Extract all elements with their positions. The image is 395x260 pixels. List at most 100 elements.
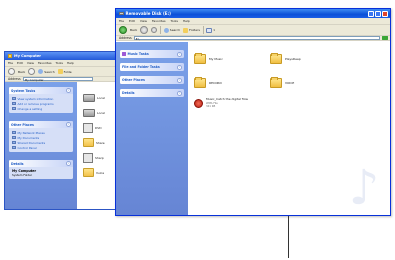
forward-button[interactable]	[140, 26, 149, 34]
wma-file-item[interactable]: Music_Catch the digital flow WMA File 34…	[194, 97, 390, 109]
other-places-header[interactable]: Other Places ˅	[120, 76, 184, 84]
drive-label: Share	[96, 140, 105, 145]
system-tasks-header[interactable]: System Tasks ˄	[9, 87, 73, 94]
folder-record[interactable]: RECORD	[194, 76, 270, 90]
removable-drive-icon	[83, 152, 93, 163]
info-icon	[12, 96, 16, 101]
folder-playsdeep[interactable]: PlaysDeep	[270, 52, 346, 66]
file-folder-tasks-header[interactable]: File and Folder Tasks ˅	[120, 63, 184, 71]
media-file-icon	[194, 98, 203, 108]
chevron-down-icon[interactable]: ˅	[177, 90, 182, 96]
drive-item[interactable]: Vulca	[83, 165, 118, 180]
menu-edit[interactable]: Edit	[129, 18, 135, 24]
folders-button[interactable]: Folde	[57, 69, 72, 74]
item-label: VOICE	[285, 81, 295, 85]
place-label: Shared Documents	[17, 140, 46, 145]
chevron-up-icon[interactable]: ˄	[66, 122, 71, 127]
folder-my-music[interactable]: My Music	[194, 52, 270, 66]
music-tasks-heading: Music Tasks	[122, 52, 149, 56]
other-places-title: Other Places	[122, 78, 145, 82]
details-title: Details	[122, 91, 135, 95]
menu-view[interactable]: View	[140, 18, 147, 24]
folder-icon	[270, 77, 282, 88]
back-label[interactable]: Back	[130, 28, 137, 32]
folder-voice[interactable]: VOICE	[270, 76, 346, 90]
chevron-up-icon[interactable]: ˄	[66, 88, 71, 93]
views-icon	[206, 27, 213, 33]
maximize-button[interactable]	[375, 10, 381, 17]
file-list: My Music PlaysDeep RECORD VOICE Music_Ca…	[188, 42, 390, 215]
folders-label: Folders	[189, 28, 200, 32]
control-panel-icon	[12, 145, 16, 150]
menu-file[interactable]: File	[8, 60, 13, 66]
folder-icon	[194, 53, 206, 64]
go-button[interactable]	[382, 36, 388, 40]
drive-label: DVD	[95, 125, 102, 130]
menu-edit[interactable]: Edit	[17, 60, 23, 66]
folders-icon	[183, 27, 189, 33]
back-label[interactable]: Back	[18, 70, 25, 74]
drive-item[interactable]: Local	[83, 105, 118, 120]
menu-favorites[interactable]: Favorites	[152, 18, 166, 24]
back-button[interactable]	[8, 68, 15, 75]
other-places-title: Other Places	[11, 122, 34, 127]
menu-help[interactable]: Help	[183, 18, 190, 24]
drives-list: Local Local DVD Share Sharp Vulca	[77, 82, 120, 209]
up-folder-button[interactable]	[151, 27, 158, 33]
toolbar: Back Search Folders ▾	[116, 24, 390, 35]
chevron-up-icon[interactable]: ˄	[66, 161, 71, 166]
search-button[interactable]: Search	[163, 27, 181, 33]
removable-disk-icon	[119, 11, 124, 16]
folders-button[interactable]: Folders	[183, 27, 200, 33]
music-note-watermark-icon: ♪	[348, 160, 380, 216]
menu-tools[interactable]: Tools	[56, 60, 63, 66]
details-panel: Details ˄ My Computer System Folder	[9, 160, 73, 179]
menu-tools[interactable]: Tools	[171, 18, 178, 24]
hard-drive-icon	[83, 93, 95, 102]
close-button[interactable]	[382, 10, 388, 17]
task-label: Add or remove programs	[17, 101, 54, 106]
menu-help[interactable]: Help	[67, 60, 74, 66]
task-change-setting[interactable]: Change a setting	[12, 106, 70, 111]
details-header[interactable]: Details ˄	[9, 160, 73, 167]
toolbar-separator	[202, 26, 204, 34]
music-tasks-header[interactable]: Music Tasks ˅	[120, 50, 184, 58]
folder-icon	[83, 138, 94, 147]
chevron-down-icon[interactable]: ˅	[177, 51, 182, 57]
music-icon	[122, 52, 126, 56]
item-label: PlaysDeep	[285, 57, 301, 61]
menu-view[interactable]: View	[27, 60, 34, 66]
minimize-button[interactable]	[368, 10, 374, 17]
drive-item[interactable]: Local	[83, 90, 118, 105]
my-computer-window[interactable]: My Computer File Edit View Favorites Too…	[4, 51, 120, 210]
drive-item[interactable]: Share	[83, 135, 118, 150]
task-label: Change a setting	[17, 106, 43, 111]
place-label: My Documents	[17, 135, 40, 140]
address-field[interactable]: My Computer	[22, 76, 93, 82]
drive-item[interactable]: Sharp	[83, 150, 118, 165]
hard-drive-icon	[83, 108, 95, 117]
dvd-drive-icon	[83, 122, 93, 133]
place-control-panel[interactable]: Control Panel	[12, 145, 70, 150]
views-button[interactable]: ▾	[206, 27, 215, 33]
music-tasks-title: Music Tasks	[127, 52, 149, 56]
removable-disk-window[interactable]: Removable Disk (E:) File Edit View Favor…	[115, 8, 391, 216]
back-button[interactable]	[119, 26, 127, 34]
forward-button[interactable]	[28, 68, 36, 75]
my-computer-titlebar[interactable]: My Computer	[5, 52, 120, 60]
other-places-header[interactable]: Other Places ˄	[9, 121, 73, 128]
address-field[interactable]: E:\	[133, 35, 380, 41]
chevron-down-icon: ▾	[213, 28, 215, 32]
search-button[interactable]: Search	[38, 69, 55, 74]
address-label: Address	[8, 77, 21, 81]
menu-file[interactable]: File	[119, 18, 124, 24]
details-header[interactable]: Details ˅	[120, 89, 184, 97]
search-label: Search	[169, 28, 181, 32]
removable-disk-titlebar[interactable]: Removable Disk (E:)	[116, 9, 390, 18]
drive-label: Vulca	[96, 170, 105, 175]
details-subtitle: System Folder	[12, 173, 32, 177]
chevron-down-icon[interactable]: ˅	[177, 64, 182, 70]
drive-item[interactable]: DVD	[83, 120, 118, 135]
chevron-down-icon[interactable]: ˅	[177, 77, 182, 83]
menu-favorites[interactable]: Favorites	[38, 60, 52, 66]
